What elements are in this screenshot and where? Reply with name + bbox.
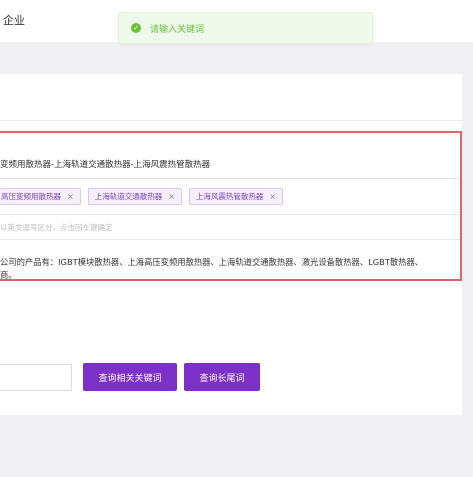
keyword-tag[interactable]: 上海轨道交通散热器 ×	[87, 187, 182, 205]
query-related-keywords-button[interactable]: 查询相关关键词	[83, 363, 177, 391]
description-line: 商。	[0, 270, 17, 280]
success-toast: ✓ 请输入关键词	[118, 12, 373, 44]
close-icon[interactable]: ×	[67, 192, 74, 201]
keyword-tag[interactable]: 高压变频用散热器 ×	[0, 187, 81, 205]
divider	[0, 120, 462, 121]
query-long-tail-button[interactable]: 查询长尾词	[184, 363, 260, 391]
keyword-input-row	[0, 214, 460, 240]
description-line: 公司的产品有：IGBT模块散热器、上海高压变频用散热器、上海轨道交通散热器、激光…	[0, 257, 424, 267]
keyword-tag[interactable]: 上海风震热管散热器 ×	[188, 187, 284, 205]
title-field-value: 变频用散热器-上海轨道交通散热器-上海风震热管散热器	[0, 160, 211, 170]
close-icon[interactable]: ×	[269, 192, 276, 201]
keyword-input[interactable]	[0, 215, 460, 239]
check-circle-icon: ✓	[131, 23, 141, 33]
description-field[interactable]: 公司的产品有：IGBT模块散热器、上海高压变频用散热器、上海轨道交通散热器、激光…	[0, 256, 460, 282]
title-field[interactable]: 变频用散热器-上海轨道交通散热器-上海风震热管散热器	[0, 151, 460, 179]
toast-message: 请输入关键词	[150, 24, 205, 35]
form-card: 变频用散热器-上海轨道交通散热器-上海风震热管散热器 高压变频用散热器 × 上海…	[0, 74, 462, 415]
search-input[interactable]	[0, 364, 72, 391]
keyword-tag-label: 上海风震热管散热器	[195, 191, 264, 201]
keyword-tag-label: 高压变频用散热器	[1, 191, 61, 201]
highlight-box: 变频用散热器-上海轨道交通散热器-上海风震热管散热器 高压变频用散热器 × 上海…	[0, 131, 462, 281]
keyword-tags: 高压变频用散热器 × 上海轨道交通散热器 × 上海风震热管散热器 ×	[0, 179, 460, 213]
close-icon[interactable]: ×	[168, 192, 175, 201]
keyword-tag-label: 上海轨道交通散热器	[94, 191, 163, 201]
nav-item-enterprise[interactable]: 企业	[3, 12, 25, 28]
